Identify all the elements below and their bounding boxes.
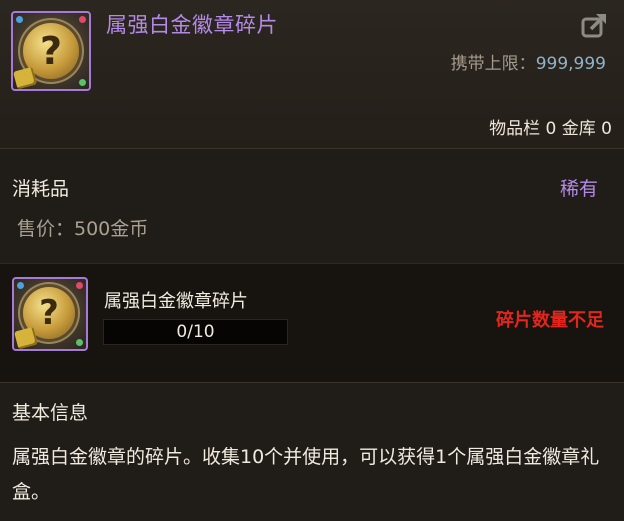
share-icon bbox=[581, 13, 607, 38]
fragment-progress-bar: 0/10 bbox=[103, 319, 288, 345]
item-type: 消耗品 bbox=[12, 178, 70, 200]
gem-icon bbox=[79, 16, 86, 23]
carry-limit-label: 携带上限： bbox=[450, 54, 536, 74]
gem-icon bbox=[76, 282, 83, 289]
item-name: 属强白金徽章碎片 bbox=[106, 13, 278, 37]
item-rarity: 稀有 bbox=[559, 178, 598, 200]
carry-limit: 携带上限：999,999 bbox=[451, 49, 606, 74]
puzzle-piece-icon bbox=[13, 66, 37, 90]
fragment-name: 属强白金徽章碎片 bbox=[104, 291, 248, 312]
gem-icon bbox=[16, 16, 23, 23]
badge-fragment-icon: ? bbox=[11, 11, 91, 91]
progress-text: 0/10 bbox=[176, 322, 215, 342]
gem-icon bbox=[79, 79, 86, 86]
gem-icon bbox=[76, 339, 83, 346]
storage-count: 物品栏 0 金库 0 bbox=[489, 119, 612, 139]
item-price: 售价：500金币 bbox=[17, 218, 149, 240]
item-tooltip: ? 属强白金徽章碎片 携带上限：999,999 物品栏 0 金库 0 消耗品 稀… bbox=[0, 0, 624, 521]
badge-fragment-icon: ? bbox=[12, 277, 88, 351]
share-button[interactable] bbox=[580, 10, 610, 40]
fragment-status: 碎片数量不足 bbox=[496, 310, 604, 331]
puzzle-piece-icon bbox=[14, 326, 38, 350]
carry-limit-value: 999,999 bbox=[535, 54, 606, 74]
item-description: 属强白金徽章的碎片。收集10个并使用，可以获得1个属强白金徽章礼盒。 bbox=[12, 446, 600, 503]
gem-icon bbox=[17, 282, 24, 289]
info-section-title: 基本信息 bbox=[12, 402, 89, 424]
